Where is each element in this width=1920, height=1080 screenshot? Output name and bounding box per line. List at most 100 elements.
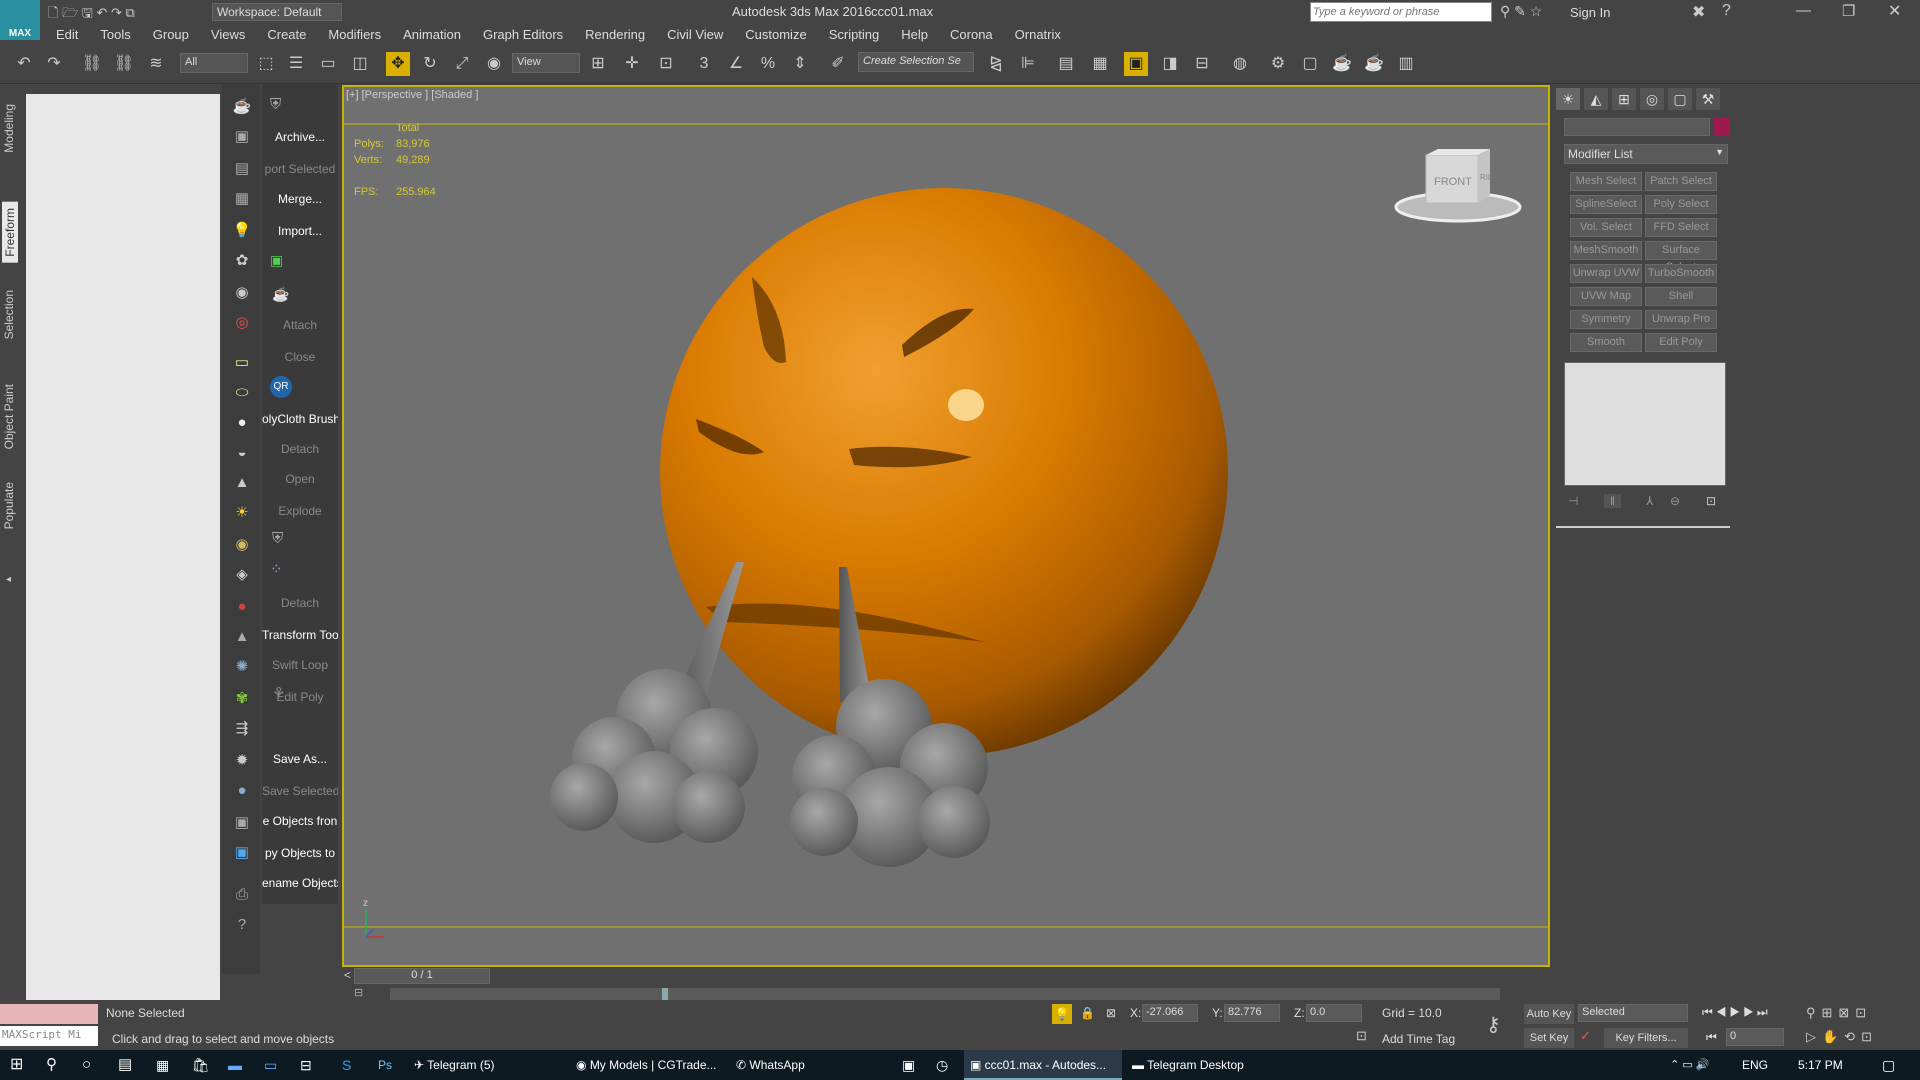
modify-tab-icon[interactable]: ◭ <box>1584 88 1608 110</box>
viewport-label[interactable]: [+] [Perspective ] [Shaded ] <box>346 89 478 101</box>
menu-rendering[interactable]: Rendering <box>574 25 656 44</box>
command-detach[interactable]: Detach <box>262 596 338 610</box>
clock[interactable]: 5:17 PM <box>1792 1050 1849 1080</box>
z-coordinate-field[interactable]: 0.0 <box>1306 1004 1362 1022</box>
app-icon[interactable]: ▣ <box>896 1050 921 1080</box>
search-icon[interactable]: ⚲ <box>40 1050 63 1080</box>
command-close[interactable]: Close <box>262 350 338 364</box>
render-production-icon[interactable]: ☕ <box>1330 52 1354 76</box>
panel-icon[interactable]: ▣ <box>231 126 253 148</box>
calculator-icon[interactable]: ▦ <box>150 1050 175 1080</box>
maxscript-mini-listener[interactable]: MAXScript Mi <box>0 1026 98 1046</box>
object-name-field[interactable] <box>1564 118 1710 136</box>
select-move-icon[interactable]: ✥ <box>386 52 410 76</box>
rectangle-icon[interactable]: ▭ <box>231 352 253 374</box>
teapot-icon[interactable]: ☕ <box>231 96 253 118</box>
link-icon[interactable]: ⛓ <box>80 52 104 76</box>
gear-sphere-icon[interactable]: ✹ <box>231 750 253 772</box>
modifier-stack[interactable] <box>1564 362 1726 486</box>
task-view-icon[interactable]: ▤ <box>112 1050 138 1080</box>
modifier-button-splineselect[interactable]: SplineSelect <box>1570 195 1642 214</box>
question-icon[interactable]: ? <box>231 914 253 936</box>
select-rotate-icon[interactable]: ↻ <box>418 52 442 76</box>
modifier-button-edit-poly[interactable]: Edit Poly <box>1645 333 1717 352</box>
render-iterative-icon[interactable]: ☕ <box>1362 52 1386 76</box>
render-a360-icon[interactable]: ▥ <box>1394 52 1418 76</box>
hierarchy-tab-icon[interactable]: ⊞ <box>1612 88 1636 110</box>
window-crossing-icon[interactable]: ◫ <box>348 52 372 76</box>
disk-icon[interactable]: ◉ <box>231 534 253 556</box>
windows-start-icon[interactable]: ⊞ <box>4 1050 29 1080</box>
auto-key-button[interactable]: Auto Key <box>1524 1004 1574 1024</box>
taskbar-item-3dsmax[interactable]: ▣ ccc01.max - Autodes... <box>964 1050 1122 1080</box>
mirror-icon[interactable]: ⧎ <box>984 52 1008 76</box>
taskbar-item-telegram[interactable]: ✈ Telegram (5) <box>408 1050 568 1080</box>
store-icon[interactable]: 🛍 <box>186 1050 216 1080</box>
ribbon-expand-icon[interactable]: ◂ <box>6 574 11 585</box>
ball-icon[interactable]: ● <box>231 780 253 802</box>
rectangular-selection-icon[interactable]: ▭ <box>316 52 340 76</box>
menu-customize[interactable]: Customize <box>734 25 817 44</box>
clock-app-icon[interactable]: ◷ <box>930 1050 954 1080</box>
viewport-navigation-icons-2[interactable]: ▷✋⟲⊡ <box>1806 1029 1878 1045</box>
sun-icon[interactable]: ☀ <box>231 502 253 524</box>
bind-space-warp-icon[interactable]: ≋ <box>144 52 168 76</box>
spray-icon[interactable]: ✿ <box>231 250 253 272</box>
search-input[interactable] <box>1310 2 1492 22</box>
select-by-name-icon[interactable]: ☰ <box>284 52 308 76</box>
modifier-button-symmetry[interactable]: Symmetry <box>1570 310 1642 329</box>
command-olycloth-brush[interactable]: olyCloth Brush <box>262 412 338 426</box>
select-scale-icon[interactable]: ⤢ <box>450 52 474 76</box>
workspace-dropdown[interactable]: Workspace: Default <box>212 3 342 21</box>
command-import[interactable]: Import... <box>262 224 338 238</box>
modifier-button-mesh-select[interactable]: Mesh Select <box>1570 172 1642 191</box>
make-unique-icon[interactable]: ⅄ <box>1646 494 1653 508</box>
modifier-button-vol-select[interactable]: Vol. Select <box>1570 218 1642 237</box>
place-icon[interactable]: ◉ <box>482 52 506 76</box>
list-icon[interactable]: ▤ <box>231 158 253 180</box>
selection-filter-dropdown[interactable]: All <box>180 53 248 73</box>
printer-icon[interactable]: ⎙ <box>231 884 253 906</box>
y-coordinate-field[interactable]: 82.776 <box>1224 1004 1280 1022</box>
undo-icon[interactable]: ↶ <box>12 52 36 76</box>
angle-snap-icon[interactable]: ∠ <box>724 52 748 76</box>
pivot-center-icon[interactable]: ⊞ <box>586 52 610 76</box>
schematic-view-icon[interactable]: ⊟ <box>1190 52 1214 76</box>
folder-icon[interactable]: ▬ <box>222 1050 248 1080</box>
photoshop-icon[interactable]: Ps <box>372 1050 398 1080</box>
material-editor-icon[interactable]: ◍ <box>1228 52 1252 76</box>
globe-icon[interactable]: ✺ <box>231 656 253 678</box>
view-cube[interactable]: FRONT RIF <box>1394 149 1522 223</box>
command-explode[interactable]: Explode <box>262 504 338 518</box>
viewport-navigation-icons[interactable]: ⚲⊞⊠⊡ <box>1806 1005 1872 1021</box>
tree-icon[interactable]: ⚘ <box>272 684 285 702</box>
shield-icon[interactable]: ⛨ <box>270 96 281 113</box>
ellipse-icon[interactable]: ⬭ <box>231 382 253 404</box>
command-e-objects-fron[interactable]: e Objects fron <box>262 814 338 828</box>
track-bar-icon[interactable]: ⊟ <box>354 986 363 999</box>
redo-icon[interactable]: ↷ <box>42 52 66 76</box>
qr-icon[interactable]: QR <box>270 376 292 398</box>
command-save-as[interactable]: Save As... <box>262 752 338 766</box>
show-end-result-icon[interactable]: ‖ <box>1604 494 1621 508</box>
select-object-icon[interactable]: ⬚ <box>254 52 278 76</box>
help-icon[interactable]: ? <box>1722 2 1731 20</box>
curve-editor-icon[interactable]: ◨ <box>1158 52 1182 76</box>
key-mode-dropdown[interactable]: Selected <box>1578 1004 1688 1022</box>
tab-populate[interactable]: Populate <box>2 482 16 529</box>
exchange-icon[interactable]: ✖ <box>1692 2 1705 22</box>
keyboard-shortcut-icon[interactable]: ⊡ <box>654 52 678 76</box>
modifier-button-meshsmooth[interactable]: MeshSmooth <box>1570 241 1642 260</box>
modifier-button-turbosmooth[interactable]: TurboSmooth <box>1645 264 1717 283</box>
maxscript-listener-output[interactable] <box>0 1004 98 1024</box>
tab-object-paint[interactable]: Object Paint <box>2 384 16 449</box>
skype-icon[interactable]: S <box>336 1050 357 1080</box>
scene-explorer-icon[interactable]: ▦ <box>1088 52 1112 76</box>
cubes-icon[interactable]: ▣ <box>231 842 253 864</box>
green-box-icon[interactable]: ▣ <box>270 252 283 269</box>
perspective-viewport[interactable]: FRONT RIF z <box>342 85 1550 967</box>
align-icon[interactable]: ⊫ <box>1016 52 1040 76</box>
time-tag-icon[interactable]: ⊡ <box>1356 1028 1367 1044</box>
snaps-toggle-icon[interactable]: 3 <box>692 52 716 76</box>
edit-named-selection-icon[interactable]: ✐ <box>826 52 850 76</box>
